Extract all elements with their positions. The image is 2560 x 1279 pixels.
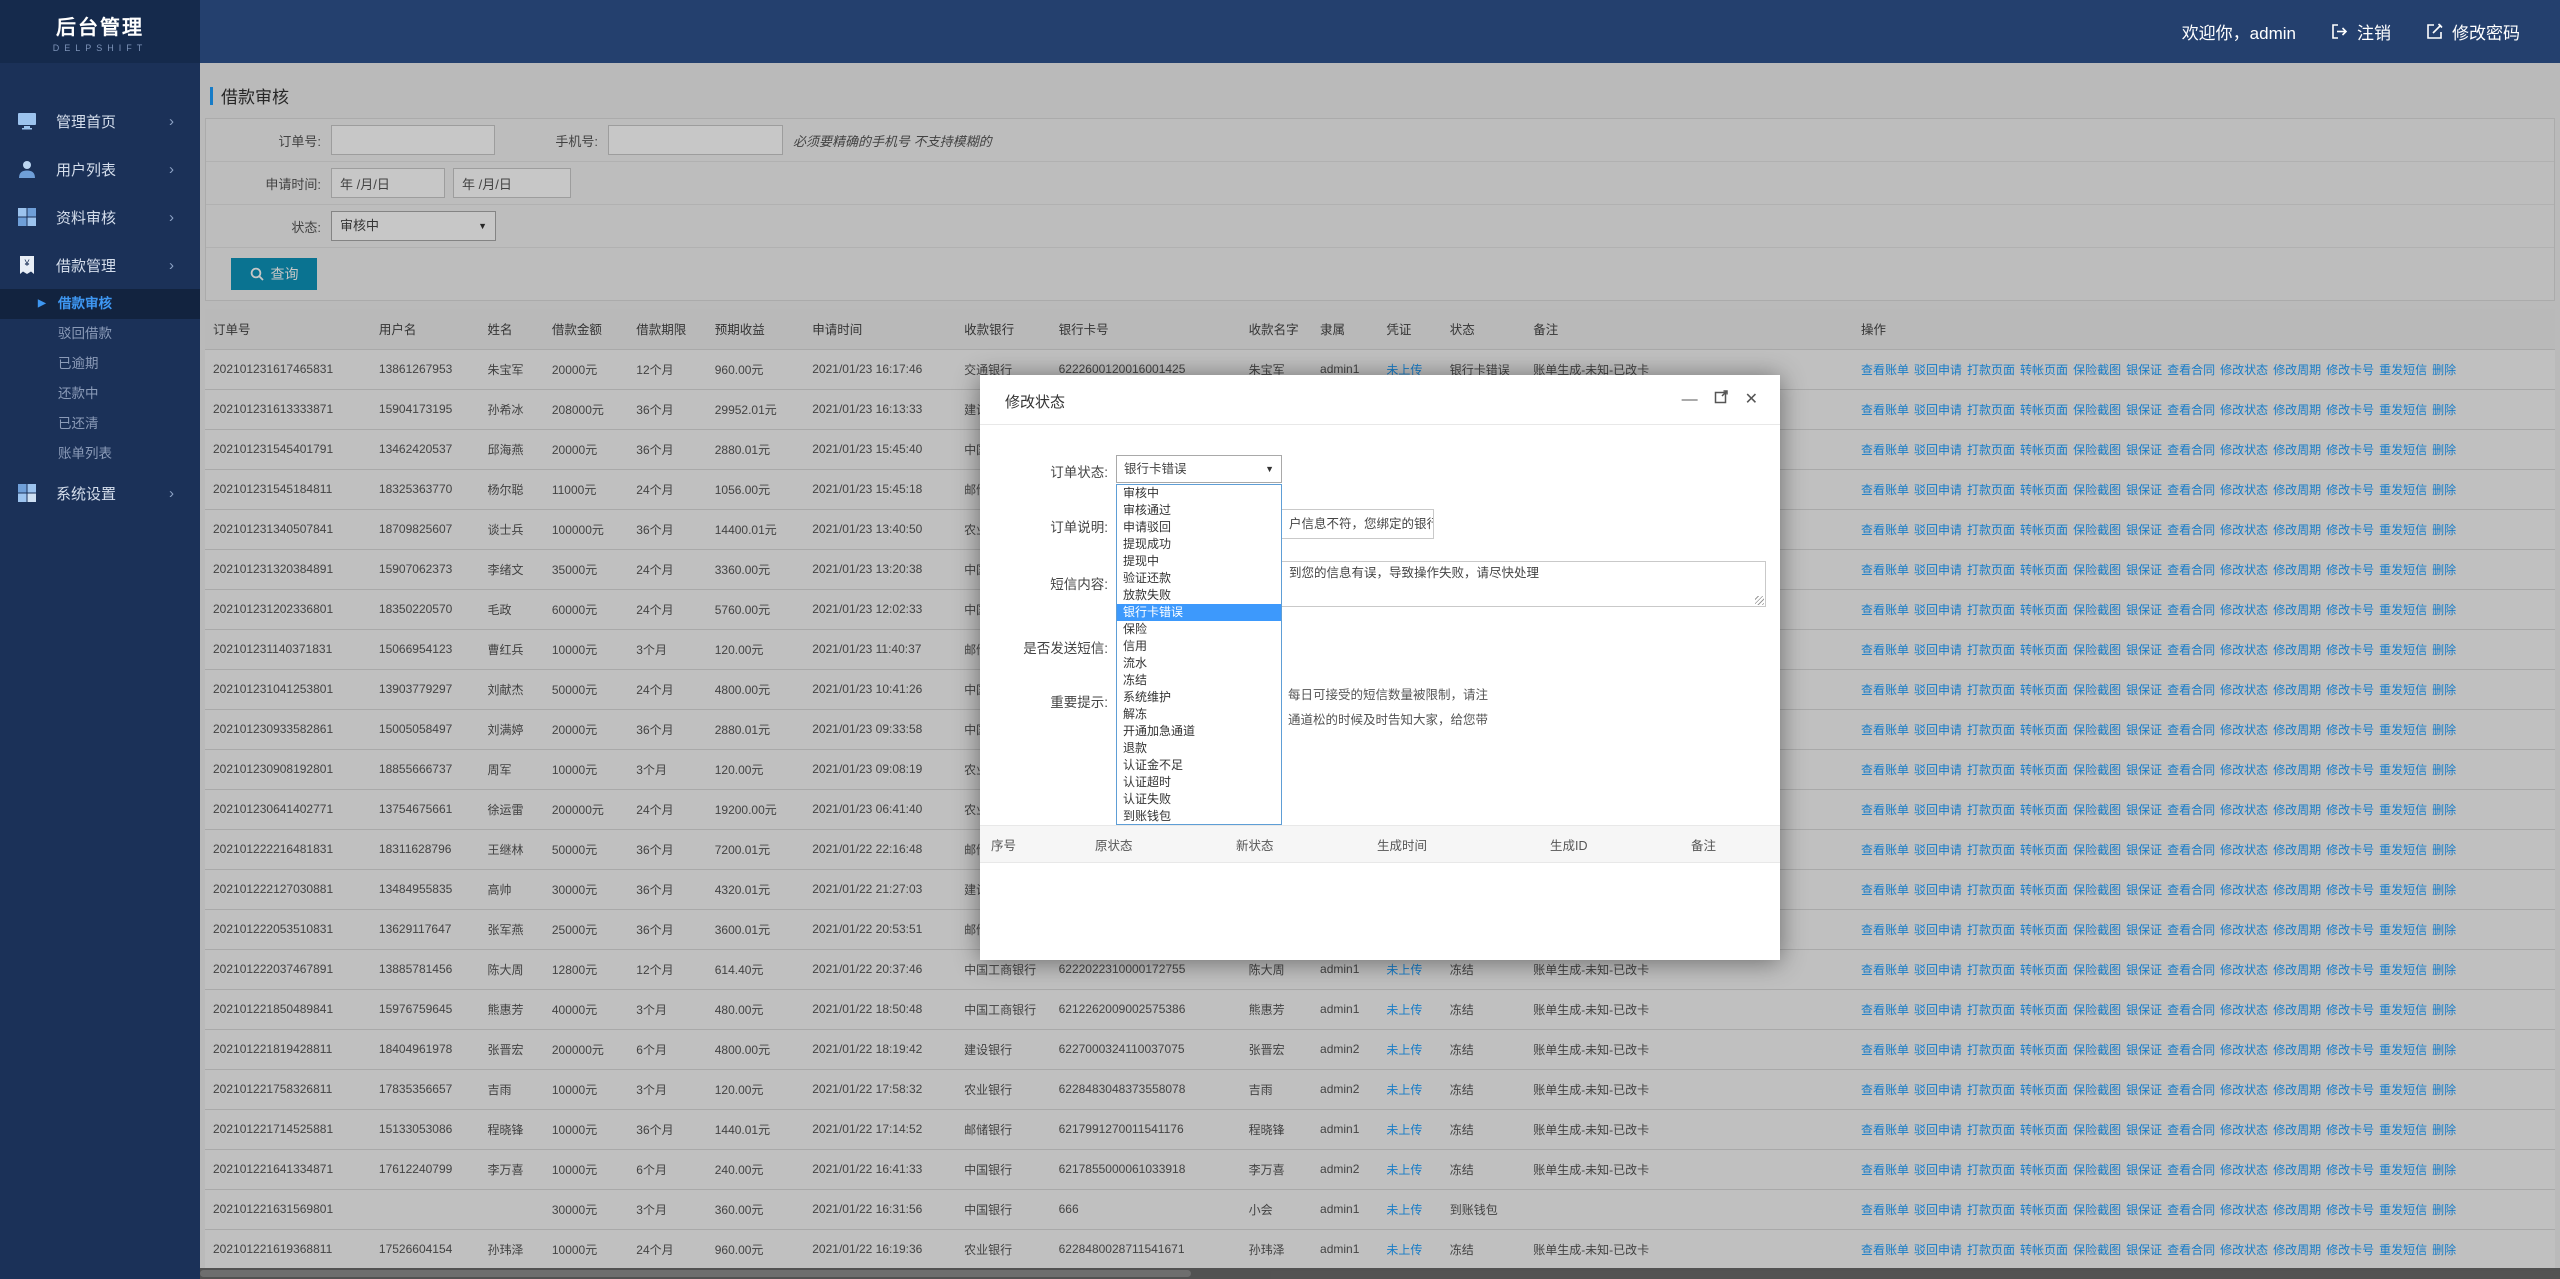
dropdown-option-审核中[interactable]: 审核中: [1117, 485, 1281, 502]
important-notice-label: 重要提示:: [980, 691, 1108, 711]
chevron-right-icon: ›: [169, 161, 174, 178]
sidebar-item-label: 管理首页: [56, 111, 116, 132]
sidebar-subitem-已逾期[interactable]: 已逾期: [0, 349, 200, 379]
sidebar-subitem-label: 已逾期: [58, 356, 99, 371]
dropdown-option-认证失败[interactable]: 认证失败: [1117, 791, 1281, 808]
sms-content-label: 短信内容:: [980, 573, 1108, 593]
topbar: 欢迎你，admin 注销 修改密码: [200, 0, 2560, 63]
sidebar-subitem-已还清[interactable]: 已还清: [0, 409, 200, 439]
history-column-新状态: 新状态: [1225, 835, 1366, 854]
dropdown-option-解冻[interactable]: 解冻: [1117, 706, 1281, 723]
dropdown-option-申请驳回[interactable]: 申请驳回: [1117, 519, 1281, 536]
dropdown-option-提现中[interactable]: 提现中: [1117, 553, 1281, 570]
history-column-生成ID: 生成ID: [1539, 835, 1680, 854]
chevron-right-icon: ›: [169, 209, 174, 226]
order-desc-label: 订单说明:: [980, 516, 1108, 536]
sidebar: 后台管理 DELPSHIFT 管理首页 › 用户列表 › 资料审核 › ¥ 借款管理 › ▶ 借款审…: [0, 0, 200, 1279]
welcome-text: 欢迎你，admin: [2182, 19, 2296, 44]
history-column-生成时间: 生成时间: [1366, 835, 1539, 854]
grid-icon: [16, 206, 38, 228]
dropdown-option-认证金不足[interactable]: 认证金不足: [1117, 757, 1281, 774]
maximize-icon[interactable]: [1714, 389, 1729, 411]
dropdown-option-银行卡错误[interactable]: 银行卡错误: [1117, 604, 1281, 621]
settings-icon: [16, 482, 38, 504]
order-status-select[interactable]: 银行卡错误 ▼: [1116, 455, 1282, 483]
close-icon[interactable]: ✕: [1745, 389, 1758, 411]
sidebar-subitem-label: 账单列表: [58, 446, 112, 461]
sidebar-item-4[interactable]: 系统设置 ›: [0, 469, 200, 517]
sidebar-subitem-label: 还款中: [58, 386, 99, 401]
change-password-button[interactable]: 修改密码: [2425, 19, 2520, 44]
sidebar-item-3[interactable]: ¥ 借款管理 ›: [0, 241, 200, 289]
dropdown-option-提现成功[interactable]: 提现成功: [1117, 536, 1281, 553]
sidebar-item-2[interactable]: 资料审核 ›: [0, 193, 200, 241]
topbar-right: 欢迎你，admin 注销 修改密码: [2182, 0, 2520, 63]
sidebar-item-label: 借款管理: [56, 255, 116, 276]
app-logo: 后台管理 DELPSHIFT: [0, 0, 200, 63]
modal-title: 修改状态: [1005, 391, 1065, 412]
modal-titlebar: 修改状态 — ✕: [980, 375, 1780, 425]
user-icon: [16, 158, 38, 180]
status-history-header: 序号原状态新状态生成时间生成ID备注: [980, 825, 1780, 863]
order-status-label: 订单状态:: [980, 461, 1108, 481]
sidebar-subitem-label: 借款审核: [58, 296, 112, 311]
status-dropdown-list: 审核中审核通过申请驳回提现成功提现中验证还款放款失败银行卡错误保险信用流水冻结系…: [1116, 484, 1282, 825]
caret-down-icon: ▼: [1265, 456, 1274, 482]
change-status-modal: 修改状态 — ✕ 订单状态: 银行卡错误 ▼ 订单说明: 户信息不符，您绑定的银…: [980, 375, 1780, 960]
send-sms-label: 是否发送短信:: [980, 637, 1108, 657]
dropdown-option-冻结[interactable]: 冻结: [1117, 672, 1281, 689]
history-column-序号: 序号: [980, 835, 1084, 854]
sidebar-item-0[interactable]: 管理首页 ›: [0, 97, 200, 145]
dropdown-option-退款[interactable]: 退款: [1117, 740, 1281, 757]
dropdown-option-系统维护[interactable]: 系统维护: [1117, 689, 1281, 706]
logout-icon: [2330, 22, 2349, 41]
modal-window-controls: — ✕: [1682, 389, 1758, 411]
order-status-select-value: 银行卡错误: [1124, 462, 1187, 476]
chevron-right-icon: ›: [169, 113, 174, 130]
logo-title: 后台管理: [0, 11, 200, 40]
monitor-icon: [16, 110, 38, 132]
minimize-icon[interactable]: —: [1682, 389, 1698, 411]
dropdown-option-信用[interactable]: 信用: [1117, 638, 1281, 655]
change-password-label: 修改密码: [2452, 19, 2520, 44]
chevron-right-icon: ›: [169, 485, 174, 502]
sidebar-subitem-还款中[interactable]: 还款中: [0, 379, 200, 409]
sidebar-subitem-借款审核[interactable]: ▶ 借款审核: [0, 289, 200, 319]
caret-right-icon: ▶: [38, 289, 46, 319]
sidebar-item-1[interactable]: 用户列表 ›: [0, 145, 200, 193]
sidebar-item-label: 系统设置: [56, 483, 116, 504]
history-column-原状态: 原状态: [1084, 835, 1225, 854]
svg-text:¥: ¥: [23, 258, 30, 268]
logout-label: 注销: [2357, 19, 2391, 44]
dropdown-option-审核通过[interactable]: 审核通过: [1117, 502, 1281, 519]
wallet-icon: ¥: [16, 254, 38, 276]
sidebar-item-label: 用户列表: [56, 159, 116, 180]
dropdown-option-到账钱包[interactable]: 到账钱包: [1117, 808, 1281, 825]
dropdown-option-流水[interactable]: 流水: [1117, 655, 1281, 672]
dropdown-option-放款失败[interactable]: 放款失败: [1117, 587, 1281, 604]
edit-icon: [2425, 22, 2444, 41]
dropdown-option-验证还款[interactable]: 验证还款: [1117, 570, 1281, 587]
dropdown-option-开通加急通道[interactable]: 开通加急通道: [1117, 723, 1281, 740]
notice-line-1: 每日可接受的短信数量被限制，请注: [1288, 683, 1768, 708]
dropdown-option-保险[interactable]: 保险: [1117, 621, 1281, 638]
dropdown-option-认证超时[interactable]: 认证超时: [1117, 774, 1281, 791]
logo-subtitle: DELPSHIFT: [0, 43, 200, 53]
logout-button[interactable]: 注销: [2330, 19, 2391, 44]
sidebar-subitem-label: 已还清: [58, 416, 99, 431]
sidebar-item-label: 资料审核: [56, 207, 116, 228]
history-column-备注: 备注: [1680, 835, 1780, 854]
chevron-right-icon: ›: [169, 257, 174, 274]
sidebar-subitem-驳回借款[interactable]: 驳回借款: [0, 319, 200, 349]
sidebar-subitem-label: 驳回借款: [58, 326, 112, 341]
notice-line-2: 通道松的时候及时告知大家，给您带: [1288, 708, 1768, 733]
textarea-resize-handle[interactable]: [1755, 596, 1764, 605]
sidebar-subitem-账单列表[interactable]: 账单列表: [0, 439, 200, 469]
sidebar-nav: 管理首页 › 用户列表 › 资料审核 › ¥ 借款管理 › ▶ 借款审核驳回借款已逾期还款中已还清账…: [0, 97, 200, 517]
